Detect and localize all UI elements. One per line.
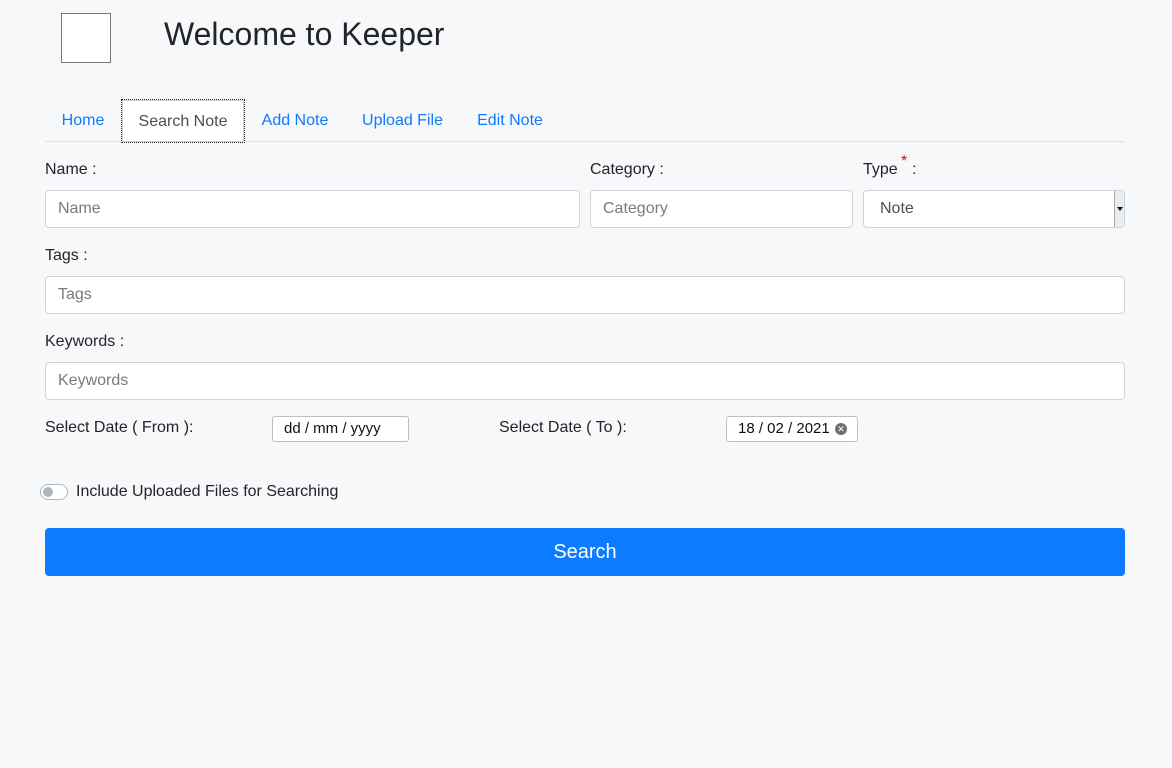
date-to-value: 18 / 02 / 2021 <box>738 420 830 437</box>
include-files-label[interactable]: Include Uploaded Files for Searching <box>76 482 338 502</box>
date-from-label: Select Date ( From ): <box>45 419 194 436</box>
type-label-colon: : <box>912 161 917 178</box>
include-files-toggle[interactable] <box>40 484 68 500</box>
type-select[interactable]: Note <box>863 190 1125 228</box>
nav-tabs: Home Search Note Add Note Upload File Ed… <box>45 99 1125 143</box>
tab-search-note[interactable]: Search Note <box>121 99 245 143</box>
tags-input[interactable] <box>45 276 1125 314</box>
tab-edit-note[interactable]: Edit Note <box>460 99 560 142</box>
toggle-knob <box>43 487 53 497</box>
category-input[interactable] <box>590 190 853 228</box>
category-label: Category : <box>590 161 664 178</box>
type-select-value: Note <box>880 200 914 217</box>
tab-add-note[interactable]: Add Note <box>245 99 345 142</box>
name-input[interactable] <box>45 190 580 228</box>
clear-icon[interactable]: ✕ <box>835 423 847 435</box>
logo-image <box>61 13 111 63</box>
name-label: Name : <box>45 161 97 178</box>
keywords-input[interactable] <box>45 362 1125 400</box>
tab-home[interactable]: Home <box>45 99 121 142</box>
date-to-input[interactable]: 18 / 02 / 2021 ✕ <box>726 416 858 442</box>
dropdown-arrow-icon[interactable] <box>1114 191 1124 227</box>
date-from-input[interactable]: dd / mm / yyyy <box>272 416 409 442</box>
required-asterisk: * <box>901 153 908 170</box>
search-button[interactable]: Search <box>45 528 1125 576</box>
tab-upload-file[interactable]: Upload File <box>345 99 460 142</box>
date-from-value: dd / mm / yyyy <box>284 420 381 437</box>
tags-label: Tags : <box>45 247 88 264</box>
keywords-label: Keywords : <box>45 333 125 350</box>
page-title: Welcome to Keeper <box>164 16 445 52</box>
date-to-label: Select Date ( To ): <box>499 419 627 436</box>
type-label: Type <box>863 161 898 178</box>
